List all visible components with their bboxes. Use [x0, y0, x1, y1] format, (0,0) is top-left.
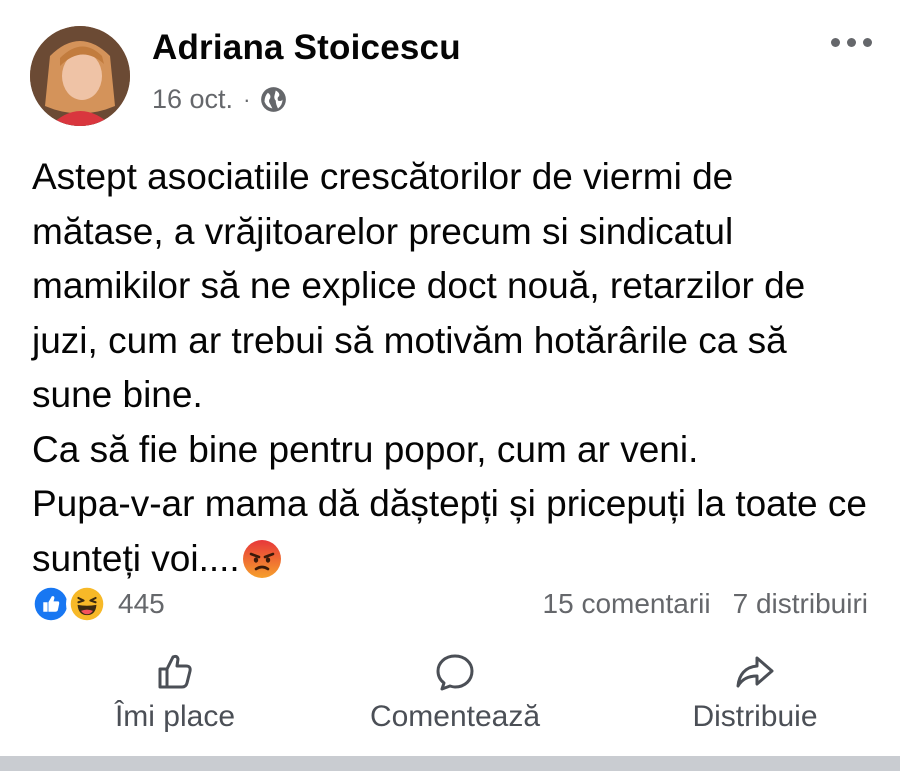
- meta-separator: ·: [243, 86, 251, 112]
- engagement-stats: 15 comentarii 7 distribuiri: [543, 588, 868, 620]
- share-button[interactable]: Distribuie: [665, 652, 845, 734]
- avatar-photo: [30, 26, 130, 126]
- comment-count[interactable]: 15 comentarii: [543, 588, 711, 620]
- avatar[interactable]: [30, 26, 130, 126]
- globe-icon[interactable]: [260, 86, 287, 113]
- post-text: Astept asociatiile crescătorilor de vier…: [32, 156, 867, 579]
- comment-button[interactable]: Comentează: [350, 652, 560, 734]
- post-meta: 16 oct. ·: [152, 84, 287, 115]
- share-arrow-icon: [736, 656, 774, 688]
- author-name[interactable]: Adriana Stoicescu: [152, 28, 461, 68]
- comment-bubble-icon: [436, 654, 474, 691]
- angry-emoji: [242, 539, 281, 578]
- reactions-summary[interactable]: 445: [30, 583, 165, 625]
- share-label: Distribuie: [692, 700, 818, 733]
- thumbs-up-icon: [158, 654, 192, 689]
- haha-reaction-icon: [66, 583, 108, 625]
- comment-label: Comentează: [369, 700, 541, 733]
- like-button[interactable]: Îmi place: [90, 652, 260, 734]
- like-label: Îmi place: [114, 700, 236, 733]
- post-card: Adriana Stoicescu 16 oct. · Astept asoci…: [0, 0, 900, 771]
- share-count[interactable]: 7 distribuiri: [733, 588, 868, 620]
- more-options-icon[interactable]: [831, 38, 872, 47]
- post-body: Astept asociatiile crescătorilor de vier…: [32, 150, 872, 586]
- reaction-count: 445: [118, 588, 165, 619]
- feed-divider: [0, 756, 900, 771]
- action-bar: Îmi place Comentează Distribuie: [0, 652, 900, 747]
- post-date[interactable]: 16 oct.: [152, 84, 233, 115]
